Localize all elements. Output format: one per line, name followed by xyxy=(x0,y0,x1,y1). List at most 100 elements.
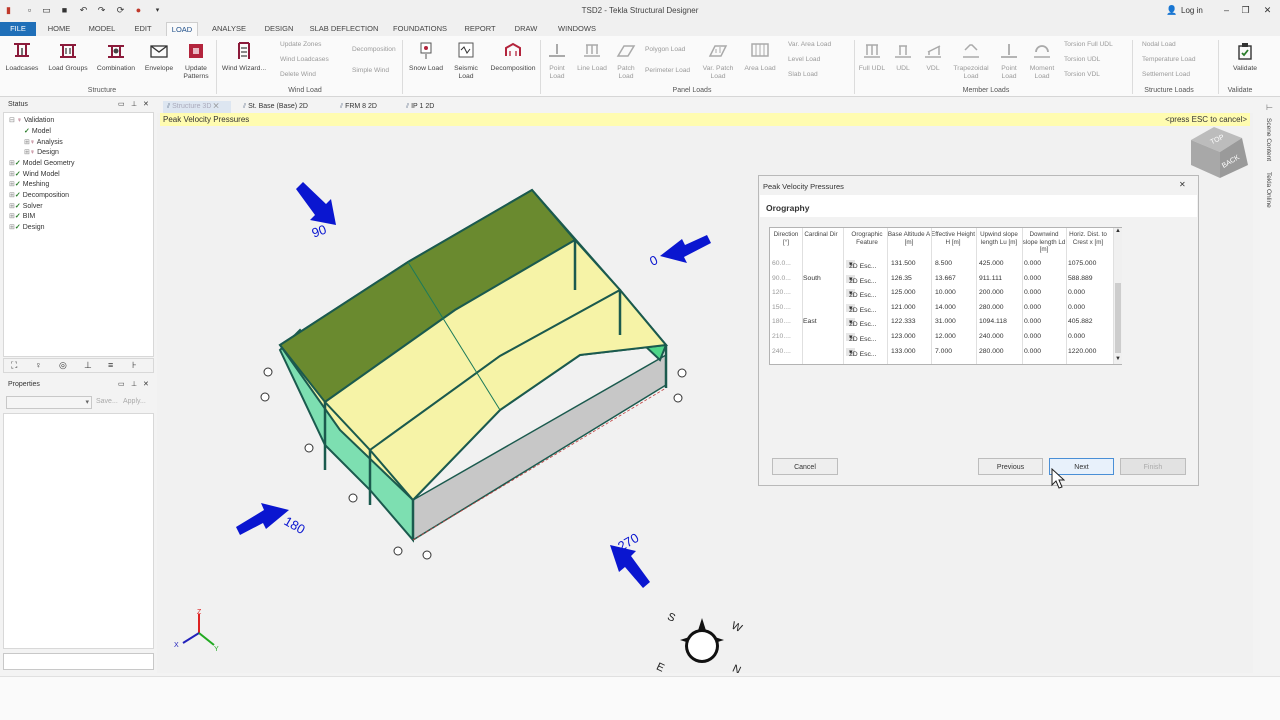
table-row[interactable]: 150.... 2D Esc... ▾ 121.000 14.000 280.00… xyxy=(770,301,1115,315)
doc-tab-st-base[interactable]: ⫽ St. Base (Base) 2D xyxy=(239,101,312,113)
structure-tree-icon[interactable]: ⛶ xyxy=(11,360,17,371)
finish-button[interactable]: Finish xyxy=(1120,458,1186,475)
doc-tab-structure-3d[interactable]: ⫽ Structure 3D ✕ xyxy=(163,101,231,113)
seismic-load-button[interactable]: Seismic Load xyxy=(449,38,483,81)
tab-design[interactable]: DESIGN xyxy=(260,22,298,36)
table-row[interactable]: 240.... 2D Esc... ▾ 133.000 7.000 280.000… xyxy=(770,345,1115,359)
level-load-button[interactable]: Level Load xyxy=(788,56,820,63)
torsion-udl-button[interactable]: Torsion UDL xyxy=(1064,56,1100,63)
line-load-button[interactable]: Line Load xyxy=(575,38,609,73)
tree-item-solver[interactable]: ⊞✓ Solver xyxy=(9,202,43,210)
scroll-thumb[interactable] xyxy=(1115,283,1121,353)
tab-model[interactable]: MODEL xyxy=(86,22,118,36)
scroll-up-icon[interactable]: ▲ xyxy=(1115,228,1121,234)
load-groups-button[interactable]: Load Groups xyxy=(45,38,91,73)
loading-view-icon[interactable]: ◎ xyxy=(59,360,67,371)
torsion-vdl-button[interactable]: Torsion VDL xyxy=(1064,71,1100,78)
dialog-close-icon[interactable]: ✕ xyxy=(1179,180,1186,189)
close-icon[interactable]: ✕ xyxy=(1262,5,1273,16)
vdl-button[interactable]: VDL xyxy=(920,38,946,73)
wind-wizard-button[interactable]: Wind Wizard... xyxy=(219,38,269,73)
decomposition-button[interactable]: Decomposition xyxy=(488,38,538,73)
update-patterns-button[interactable]: Update Patterns xyxy=(179,38,213,81)
restore-icon[interactable]: ❐ xyxy=(1240,5,1251,16)
simple-wind-button[interactable]: Simple Wind xyxy=(352,67,389,74)
tree-item-model[interactable]: ✓ Model xyxy=(24,127,51,135)
tab-analyse[interactable]: ANALYSE xyxy=(208,22,250,36)
loadcases-button[interactable]: Loadcases xyxy=(3,38,41,73)
table-row[interactable]: 60.0... 2D Esc... ▾ 131.500 8.500 425.000… xyxy=(770,257,1115,271)
orographic-feature-select[interactable]: 2D Esc... ▾ xyxy=(846,318,877,328)
snow-load-button[interactable]: Snow Load xyxy=(406,38,446,73)
minimize-icon[interactable]: – xyxy=(1221,5,1232,16)
table-row[interactable]: 180.... East 2D Esc... ▾ 122.333 31.000 10… xyxy=(770,315,1115,329)
command-input[interactable] xyxy=(3,653,154,670)
moment-load-button[interactable]: Moment Load xyxy=(1026,38,1058,81)
udl-button[interactable]: UDL xyxy=(890,38,916,73)
delete-wind-button[interactable]: Delete Wind xyxy=(280,71,316,78)
tree-item-meshing[interactable]: ⊞✓ Meshing xyxy=(9,180,49,188)
doc-tab-ip1[interactable]: ⫽ IP 1 2D xyxy=(402,101,438,113)
trapezoidal-load-button[interactable]: Trapezoidal Load xyxy=(950,38,992,81)
levels-view-icon[interactable]: ≡ xyxy=(108,360,113,370)
tab-home[interactable]: HOME xyxy=(44,22,74,36)
update-zones-button[interactable]: Update Zones xyxy=(280,41,321,48)
doc-tab-frm8[interactable]: ⫽ FRM 8 2D xyxy=(336,101,381,113)
orographic-feature-select[interactable]: 2D Esc... ▾ xyxy=(846,333,877,343)
tree-item-validation[interactable]: ⊟ ♀ Validation xyxy=(9,116,54,124)
var-patch-load-button[interactable]: Var. Patch Load xyxy=(700,38,736,81)
orographic-feature-select[interactable]: 2D Esc... ▾ xyxy=(846,348,877,358)
temperature-load-button[interactable]: Temperature Load xyxy=(1142,56,1196,63)
member-point-load-button[interactable]: Point Load xyxy=(995,38,1023,81)
scene-content-side-tab[interactable]: Scene Content xyxy=(1262,118,1272,168)
torsion-full-udl-button[interactable]: Torsion Full UDL xyxy=(1064,41,1113,48)
full-udl-button[interactable]: Full UDL xyxy=(857,38,887,73)
tree-item-wind-model[interactable]: ⊞✓ Wind Model xyxy=(9,170,60,178)
panel-pin-icon[interactable]: ⊥ xyxy=(131,100,137,108)
properties-apply-button[interactable]: Apply... xyxy=(123,398,146,405)
scroll-down-icon[interactable]: ▼ xyxy=(1115,356,1121,362)
login-link[interactable]: Log in xyxy=(1181,6,1203,15)
tab-foundations[interactable]: FOUNDATIONS xyxy=(390,22,450,36)
settlement-load-button[interactable]: Settlement Load xyxy=(1142,71,1190,78)
portal-frame-building[interactable] xyxy=(278,188,668,543)
envelope-button[interactable]: Envelope xyxy=(141,38,177,73)
orographic-feature-select[interactable]: 2D Esc... ▾ xyxy=(846,289,877,299)
properties-save-button[interactable]: Save... xyxy=(96,398,118,405)
panel-point-load-button[interactable]: Point Load xyxy=(543,38,571,81)
var-area-load-button[interactable]: Var. Area Load xyxy=(788,41,831,48)
wind-loadcases-button[interactable]: Wind Loadcases xyxy=(280,56,329,63)
panel-minimize-icon[interactable]: ▭ xyxy=(118,380,125,388)
table-row[interactable]: 210.... 2D Esc... ▾ 123.000 12.000 240.00… xyxy=(770,330,1115,344)
tab-report[interactable]: REPORT xyxy=(461,22,499,36)
tree-item-design-2[interactable]: ⊞✓ Design xyxy=(9,223,45,231)
panel-close-icon[interactable]: ✕ xyxy=(143,380,149,388)
previous-button[interactable]: Previous xyxy=(978,458,1043,475)
status-view-icon[interactable]: ♀ xyxy=(35,360,42,370)
panel-close-icon[interactable]: ✕ xyxy=(143,100,149,108)
orographic-feature-select[interactable]: 2D Esc... ▾ xyxy=(846,304,877,314)
combination-button[interactable]: Combination xyxy=(94,38,138,73)
orographic-feature-select[interactable]: 2D Esc... ▾ xyxy=(846,275,877,285)
tree-item-analysis[interactable]: ⊞♀ Analysis xyxy=(24,138,63,146)
cancel-button[interactable]: Cancel xyxy=(772,458,838,475)
tab-file[interactable]: FILE xyxy=(0,22,36,36)
groups-view-icon[interactable]: ⊥ xyxy=(84,360,92,371)
tree-item-model-geometry[interactable]: ⊞✓ Model Geometry xyxy=(9,159,75,167)
report-view-icon[interactable]: ⊦ xyxy=(132,360,137,371)
tab-draw[interactable]: DRAW xyxy=(510,22,542,36)
nodal-load-button[interactable]: Nodal Load xyxy=(1142,41,1176,48)
tekla-online-side-tab[interactable]: Tekla Online xyxy=(1262,172,1272,222)
tab-edit[interactable]: EDIT xyxy=(130,22,156,36)
side-pin-icon[interactable]: ⊢ xyxy=(1266,103,1273,112)
panel-minimize-icon[interactable]: ▭ xyxy=(118,100,125,108)
properties-set-dropdown[interactable]: ▾ xyxy=(6,396,92,409)
slab-load-button[interactable]: Slab Load xyxy=(788,71,818,78)
area-load-button[interactable]: Area Load xyxy=(741,38,779,73)
tab-slab-deflection[interactable]: SLAB DEFLECTION xyxy=(308,22,380,36)
tree-item-decomposition[interactable]: ⊞✓ Decomposition xyxy=(9,191,69,199)
tree-item-bim[interactable]: ⊞✓ BIM xyxy=(9,212,35,220)
perimeter-load-button[interactable]: Perimeter Load xyxy=(645,67,690,74)
table-scrollbar[interactable]: ▲ ▼ xyxy=(1114,228,1122,364)
tree-item-design[interactable]: ⊞♀ Design xyxy=(24,148,59,156)
